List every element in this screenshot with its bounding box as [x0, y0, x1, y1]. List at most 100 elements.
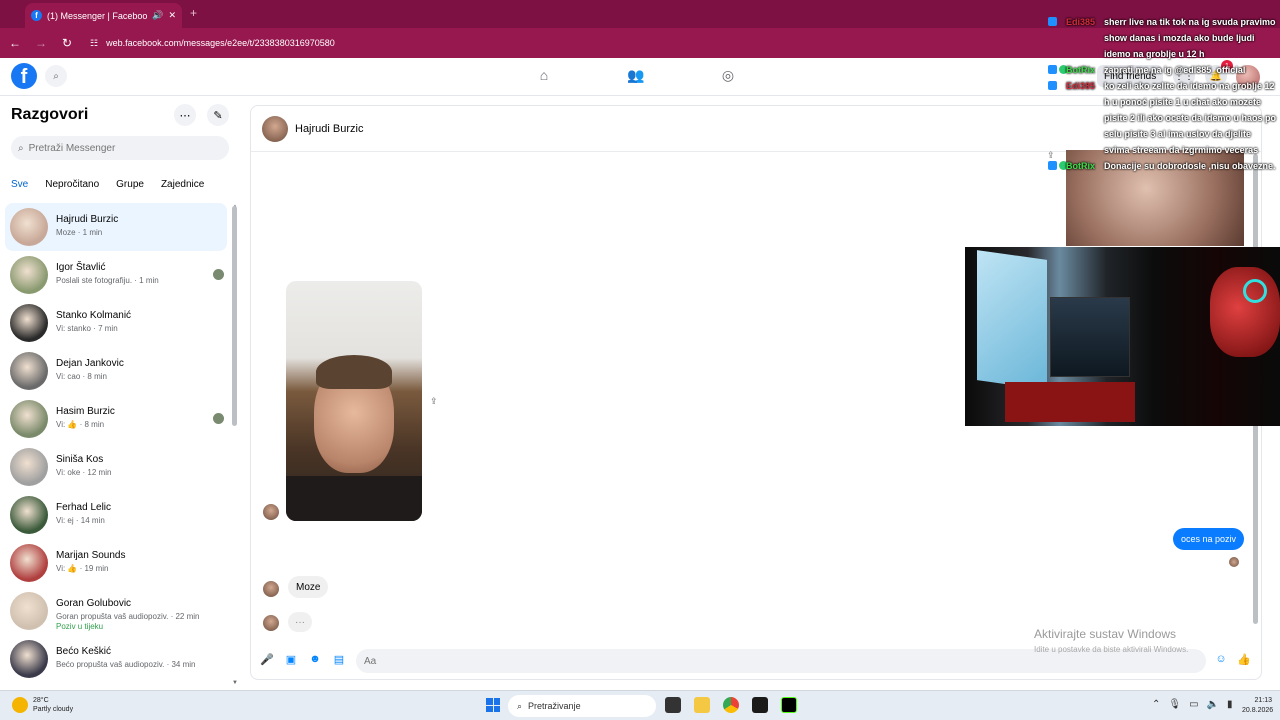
tab-title: (1) Messenger | Facebook [47, 10, 148, 21]
photo-hair [316, 355, 392, 389]
conversation-name: Stanko Kolmanić [56, 310, 132, 321]
search-icon[interactable]: ⌕ [45, 65, 67, 87]
home-icon[interactable]: ⌂ [535, 67, 553, 85]
thumbs-up-icon[interactable]: 👍 [1237, 653, 1251, 667]
tray-expand-icon[interactable]: ⌃ [1152, 699, 1160, 710]
platform-badge-icon [1048, 17, 1057, 26]
system-tray: ⌃ 🎙 ▭ 🔈 ▮ [1152, 699, 1233, 710]
facebook-logo[interactable]: f [11, 63, 37, 89]
app-icon[interactable] [752, 697, 768, 713]
back-icon[interactable]: ← [8, 36, 22, 50]
gif-icon[interactable]: ▤ [332, 653, 346, 667]
tab-groups[interactable]: Grupe [116, 179, 144, 190]
conversation-preview: Vi: 👍 · 8 min [56, 420, 105, 429]
seen-avatar [213, 413, 224, 424]
windows-activation-title: Aktivirajte sustav Windows [1034, 627, 1177, 641]
conversation-item[interactable]: Goran Golubovic Goran propušta vaš audiop… [5, 587, 227, 635]
tab-all[interactable]: Sve [11, 179, 28, 190]
conversation-avatar [10, 640, 48, 678]
weather-widget[interactable]: 28°C Partly cloudy [12, 696, 73, 714]
conversation-item[interactable]: Hajrudi Burzic Moze · 1 min [5, 203, 227, 251]
profile-circle-icon[interactable]: ◎ [719, 67, 737, 85]
new-message-icon[interactable]: ✎ [207, 104, 229, 126]
task-view-icon[interactable] [665, 697, 681, 713]
microphone-icon[interactable]: 🎙 [1168, 699, 1181, 710]
platform-badge-icon [1048, 81, 1057, 90]
search-icon: ⌕ [517, 700, 523, 711]
clock-time: 21:13 [1254, 697, 1272, 704]
platform-badge-icon [1048, 161, 1057, 170]
sidebar-scrollbar[interactable] [232, 206, 237, 426]
conversation-item[interactable]: Igor Štavlić Poslali ste fotografiju. · 1… [5, 251, 227, 299]
file-explorer-icon[interactable] [694, 697, 710, 713]
friends-icon[interactable]: 👥 [627, 67, 645, 85]
stream-chat-user: Edi385 [1066, 17, 1096, 27]
reload-icon[interactable]: ↻ [60, 36, 74, 50]
new-tab-button[interactable]: + [190, 6, 197, 20]
chrome-icon[interactable] [723, 697, 739, 713]
microphone-icon[interactable]: 🎤 [260, 653, 274, 667]
photo-shirt [286, 476, 422, 521]
photo-upload-icon[interactable]: ▣ [284, 653, 298, 667]
incoming-message[interactable]: Moze [288, 576, 329, 598]
conversation-name: Bećo Keškić [56, 646, 112, 657]
weather-sun-icon [12, 697, 28, 713]
emoji-icon[interactable]: ☺ [1214, 653, 1228, 667]
contact-avatar[interactable] [262, 116, 288, 142]
taskbar-clock[interactable]: 21:13 20.8.2026 [1242, 696, 1274, 716]
messenger-search[interactable]: ⌕ [11, 136, 229, 160]
contact-name[interactable]: Hajrudi Burzic [295, 123, 363, 135]
conversation-name: Igor Štavlić [56, 262, 106, 273]
conversation-avatar [10, 400, 48, 438]
url-field[interactable]: ☷ web.facebook.com/messages/e2ee/t/23383… [90, 38, 335, 49]
forward-icon[interactable]: → [34, 36, 48, 50]
url-text: web.facebook.com/messages/e2ee/t/2338380… [106, 38, 335, 48]
conversation-avatar [10, 256, 48, 294]
close-tab-icon[interactable]: ✕ [168, 10, 176, 21]
weather-text: 28°C Partly cloudy [33, 696, 73, 714]
scroll-down-icon[interactable]: ▼ [232, 680, 238, 686]
webcam-desk [1005, 382, 1135, 422]
stream-chat-text: zaprati me na ig @edi385_official [1104, 65, 1246, 75]
clock-date: 20.8.2026 [1242, 707, 1274, 714]
share-icon[interactable]: ⇪ [430, 396, 438, 407]
conversation-preview: Moze · 1 min [56, 228, 103, 237]
sender-avatar [263, 581, 279, 597]
search-icon: ⌕ [18, 142, 24, 154]
site-info-icon[interactable]: ☷ [90, 38, 98, 49]
stream-chat-message: BotRix Donacije su dobrodosle ,nisu obave… [1034, 158, 1278, 174]
read-receipt-avatar [1229, 557, 1239, 567]
conversation-item[interactable]: Ferhad Lelic Vi: ej · 14 min [5, 491, 227, 539]
conversation-preview: Bećo propušta vaš audiopoziv. · 34 min [56, 660, 196, 669]
conversation-item[interactable]: Hasim Burzic Vi: 👍 · 8 min [5, 395, 227, 443]
windows-taskbar: 28°C Partly cloudy ⌕ Pretraživanje ⌃ 🎙 ▭… [0, 690, 1280, 720]
outgoing-message[interactable]: oces na poziv [1172, 528, 1244, 550]
conversation-item[interactable]: Stanko Kolmanić Vi: stanko · 7 min [5, 299, 227, 347]
volume-icon[interactable]: 🔈 [1207, 699, 1219, 710]
conversation-item[interactable]: Marijan Sounds Vi: 👍 · 19 min [5, 539, 227, 587]
stream-chat-user: BotRix [1066, 65, 1095, 75]
platform-badge-icon [1048, 65, 1057, 74]
kick-app-icon[interactable] [781, 697, 797, 713]
taskbar-search[interactable]: ⌕ Pretraživanje [508, 695, 656, 717]
conversation-avatar [10, 496, 48, 534]
messenger-search-input[interactable] [28, 142, 209, 154]
conversation-name: Hasim Burzic [56, 406, 115, 417]
tab-unread[interactable]: Nepročitano [45, 179, 99, 190]
tab-communities[interactable]: Zajednice [161, 179, 204, 190]
conversation-preview: Vi: stanko · 7 min [56, 324, 118, 333]
conversation-item[interactable]: Bećo Keškić Bećo propušta vaš audiopoziv.… [5, 635, 227, 683]
conversation-item[interactable]: Dejan Jankovic Vi: cao · 8 min [5, 347, 227, 395]
more-options-icon[interactable]: ⋯ [174, 104, 196, 126]
stream-chat-message: Edi385 sherr live na tik tok na ig svuda … [1034, 14, 1278, 62]
battery-icon[interactable]: ▮ [1227, 699, 1233, 710]
windows-start-icon[interactable] [486, 698, 500, 712]
photo-message[interactable] [286, 281, 422, 521]
browser-tab[interactable]: f (1) Messenger | Facebook 🔊 ✕ [25, 3, 182, 28]
conversation-preview: Goran propušta vaš audiopoziv. · 22 min [56, 612, 200, 621]
monitor-icon[interactable]: ▭ [1189, 699, 1198, 710]
conversation-preview: Poslali ste fotografiju. · 1 min [56, 276, 159, 285]
conversation-item[interactable]: Siniša Kos Vi: oke · 12 min [5, 443, 227, 491]
sticker-icon[interactable]: ☻ [308, 653, 322, 667]
speaker-icon[interactable]: 🔊 [152, 10, 163, 21]
